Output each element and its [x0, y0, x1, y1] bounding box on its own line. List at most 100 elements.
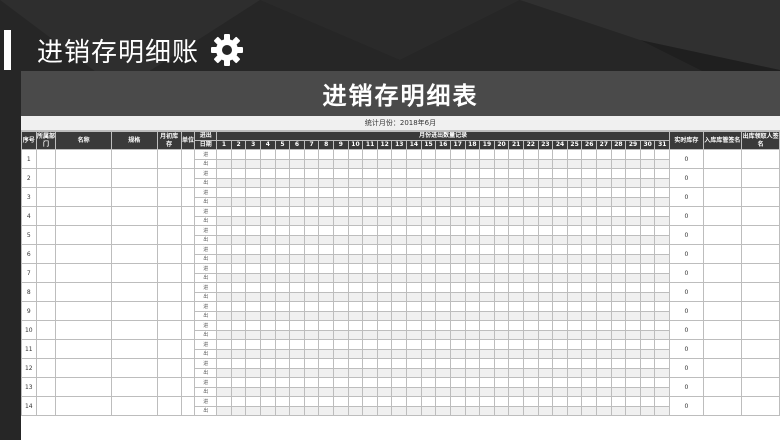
day-quantity-cell[interactable] — [230, 330, 247, 340]
day-quantity-cell[interactable] — [216, 216, 232, 226]
day-quantity-cell[interactable] — [245, 368, 261, 378]
day-quantity-cell[interactable] — [493, 387, 510, 397]
in-sign-cell[interactable] — [702, 282, 743, 302]
day-quantity-cell[interactable] — [639, 368, 656, 378]
day-quantity-cell[interactable] — [449, 301, 466, 312]
out-sign-cell[interactable] — [741, 225, 780, 245]
day-quantity-cell[interactable] — [303, 282, 320, 293]
day-quantity-cell[interactable] — [230, 368, 247, 378]
day-quantity-cell[interactable] — [230, 320, 247, 331]
day-quantity-cell[interactable] — [274, 358, 291, 369]
day-quantity-cell[interactable] — [274, 244, 291, 255]
day-quantity-cell[interactable] — [625, 168, 641, 179]
day-quantity-cell[interactable] — [245, 282, 261, 293]
day-quantity-cell[interactable] — [362, 187, 378, 198]
day-quantity-cell[interactable] — [406, 330, 422, 340]
day-quantity-cell[interactable] — [493, 159, 510, 169]
day-quantity-cell[interactable] — [435, 368, 451, 378]
day-quantity-cell[interactable] — [522, 168, 539, 179]
day-quantity-cell[interactable] — [449, 225, 466, 236]
day-quantity-cell[interactable] — [420, 235, 437, 245]
day-quantity-cell[interactable] — [596, 216, 612, 226]
day-quantity-cell[interactable] — [289, 396, 305, 407]
day-quantity-cell[interactable] — [435, 187, 451, 198]
day-quantity-cell[interactable] — [391, 235, 408, 245]
day-quantity-cell[interactable] — [566, 377, 583, 388]
day-quantity-cell[interactable] — [245, 349, 261, 359]
day-quantity-cell[interactable] — [449, 273, 466, 283]
day-quantity-cell[interactable] — [303, 159, 320, 169]
day-quantity-cell[interactable] — [289, 311, 305, 321]
day-quantity-cell[interactable] — [625, 406, 641, 416]
day-quantity-cell[interactable] — [216, 311, 232, 321]
day-quantity-cell[interactable] — [230, 235, 247, 245]
day-quantity-cell[interactable] — [230, 159, 247, 169]
day-quantity-cell[interactable] — [289, 263, 305, 274]
day-quantity-cell[interactable] — [464, 320, 481, 331]
name-cell[interactable] — [55, 377, 112, 397]
day-quantity-cell[interactable] — [289, 387, 305, 397]
day-quantity-cell[interactable] — [289, 168, 305, 179]
day-quantity-cell[interactable] — [522, 368, 539, 378]
day-quantity-cell[interactable] — [274, 292, 291, 302]
day-quantity-cell[interactable] — [260, 263, 276, 274]
day-quantity-cell[interactable] — [406, 320, 422, 331]
in-sign-cell[interactable] — [702, 320, 743, 340]
day-quantity-cell[interactable] — [333, 263, 349, 274]
day-quantity-cell[interactable] — [347, 330, 364, 340]
out-sign-cell[interactable] — [741, 263, 780, 283]
day-quantity-cell[interactable] — [625, 149, 641, 160]
day-quantity-cell[interactable] — [493, 263, 510, 274]
day-quantity-cell[interactable] — [552, 149, 568, 160]
day-quantity-cell[interactable] — [406, 254, 422, 264]
day-quantity-cell[interactable] — [318, 197, 335, 207]
day-quantity-cell[interactable] — [230, 377, 247, 388]
day-quantity-cell[interactable] — [435, 263, 451, 274]
day-quantity-cell[interactable] — [464, 216, 481, 226]
opening-cell[interactable] — [156, 339, 182, 359]
day-quantity-cell[interactable] — [289, 339, 305, 350]
day-quantity-cell[interactable] — [654, 406, 671, 416]
day-quantity-cell[interactable] — [216, 244, 232, 255]
day-quantity-cell[interactable] — [610, 244, 627, 255]
day-quantity-cell[interactable] — [552, 206, 568, 217]
day-quantity-cell[interactable] — [493, 206, 510, 217]
spec-cell[interactable] — [110, 377, 158, 397]
day-quantity-cell[interactable] — [552, 244, 568, 255]
day-quantity-cell[interactable] — [260, 406, 276, 416]
day-quantity-cell[interactable] — [479, 244, 495, 255]
day-quantity-cell[interactable] — [654, 282, 671, 293]
day-quantity-cell[interactable] — [391, 339, 408, 350]
dept-cell[interactable] — [35, 377, 57, 397]
day-quantity-cell[interactable] — [654, 387, 671, 397]
day-quantity-cell[interactable] — [347, 159, 364, 169]
day-quantity-cell[interactable] — [376, 197, 393, 207]
day-quantity-cell[interactable] — [245, 225, 261, 236]
day-quantity-cell[interactable] — [406, 225, 422, 236]
day-quantity-cell[interactable] — [522, 197, 539, 207]
day-quantity-cell[interactable] — [274, 187, 291, 198]
dept-cell[interactable] — [35, 358, 57, 378]
day-quantity-cell[interactable] — [216, 320, 232, 331]
day-quantity-cell[interactable] — [245, 187, 261, 198]
day-quantity-cell[interactable] — [420, 187, 437, 198]
day-quantity-cell[interactable] — [303, 235, 320, 245]
day-quantity-cell[interactable] — [391, 387, 408, 397]
day-quantity-cell[interactable] — [581, 301, 598, 312]
day-quantity-cell[interactable] — [420, 301, 437, 312]
day-quantity-cell[interactable] — [406, 216, 422, 226]
out-sign-cell[interactable] — [741, 244, 780, 264]
day-quantity-cell[interactable] — [435, 358, 451, 369]
day-quantity-cell[interactable] — [406, 159, 422, 169]
day-quantity-cell[interactable] — [406, 187, 422, 198]
unit-cell[interactable] — [180, 320, 196, 340]
day-quantity-cell[interactable] — [566, 406, 583, 416]
day-quantity-cell[interactable] — [347, 254, 364, 264]
day-quantity-cell[interactable] — [347, 349, 364, 359]
day-quantity-cell[interactable] — [493, 339, 510, 350]
day-quantity-cell[interactable] — [596, 244, 612, 255]
day-quantity-cell[interactable] — [376, 282, 393, 293]
opening-cell[interactable] — [156, 149, 182, 169]
day-quantity-cell[interactable] — [522, 396, 539, 407]
day-quantity-cell[interactable] — [435, 349, 451, 359]
